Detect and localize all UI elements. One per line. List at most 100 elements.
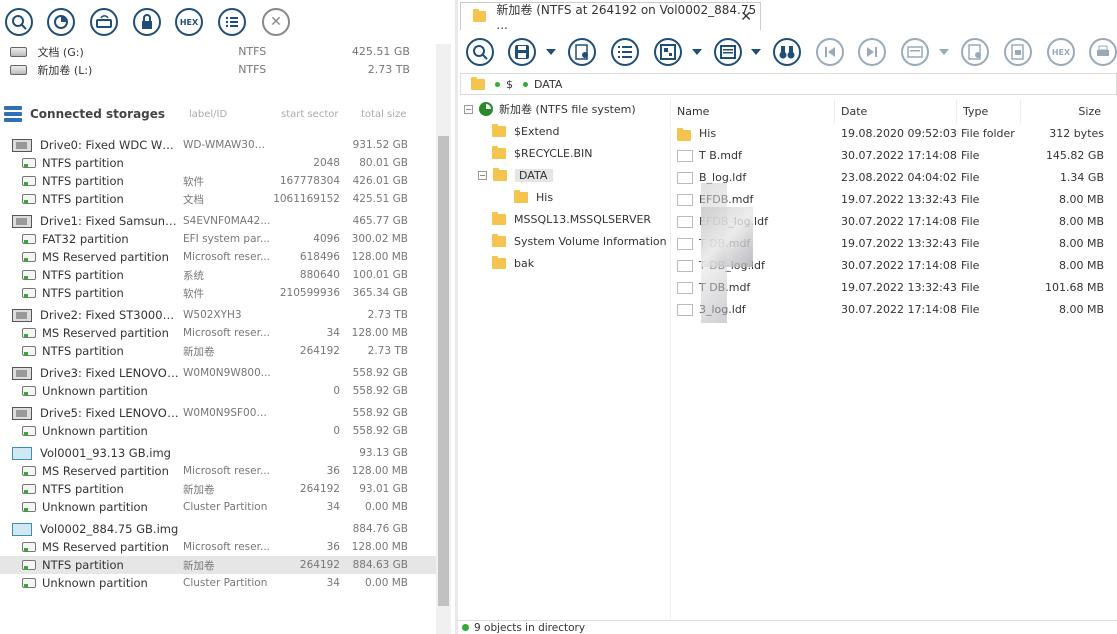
partition-row[interactable]: MS Reserved partition Microsoft reser... 3… (0, 324, 436, 342)
lock-icon[interactable] (133, 8, 161, 36)
save-icon[interactable] (508, 38, 536, 66)
search-drive-icon[interactable] (5, 8, 33, 36)
status-bar: 9 objects in directory (458, 620, 1117, 634)
save-file-icon[interactable] (568, 38, 596, 66)
partition-row[interactable]: NTFS partition 新加卷 264192 93.01 GB (0, 480, 436, 498)
scan-icon[interactable] (47, 8, 75, 36)
image-row[interactable]: Vol0001_93.13 GB.img 93.13 GB (0, 444, 436, 462)
hex-icon[interactable]: HEX (175, 8, 203, 36)
tree-item[interactable]: $RECYCLE.BIN (492, 143, 592, 163)
col-start-sector[interactable]: start sector (281, 109, 361, 120)
print-icon[interactable] (1089, 38, 1117, 66)
folder-icon (493, 167, 507, 181)
ntfs-volume-icon (479, 102, 493, 116)
storage-size: 558.92 GB (352, 425, 408, 437)
partition-row[interactable]: NTFS partition 2048 80.01 GB (0, 154, 436, 172)
file-row[interactable]: 3_log.ldf30.07.2022 17:14:08File8.00 MB (671, 299, 1117, 321)
partition-row[interactable]: NTFS partition 软件 167778304 426.01 GB (0, 172, 436, 190)
partition-row[interactable]: NTFS partition 新加卷 264192 884.63 GB (0, 556, 436, 574)
partition-row[interactable]: Unknown partition Cluster Partition 34 0.00… (0, 498, 436, 516)
collapse-icon[interactable]: − (478, 170, 487, 180)
disk-row[interactable]: Drive1: Fixed Samsung ... S4EVNF0MA42... 4… (0, 212, 436, 230)
storage-start-sector: 0 (333, 425, 340, 437)
col-date[interactable]: Date (835, 99, 957, 123)
file-row[interactable]: T B.mdf 30.07.2022 17:14:08 File 145.82 GB (671, 145, 1117, 167)
list-icon[interactable] (218, 8, 246, 36)
tree-item[interactable]: His (514, 187, 553, 207)
partition-row[interactable]: NTFS partition 新加卷 264192 2.73 TB (0, 342, 436, 360)
previous-icon[interactable] (816, 38, 844, 66)
tab-close-icon[interactable]: ✕ (740, 9, 752, 25)
search-icon[interactable] (466, 38, 494, 66)
partition-row[interactable]: FAT32 partition EFI system par... 4096 300.… (0, 230, 436, 248)
hex-view-icon[interactable]: HEX (1047, 38, 1075, 66)
collapse-icon[interactable]: − (464, 104, 473, 114)
partition-row[interactable]: MS Reserved partition Microsoft reser... 3… (0, 462, 436, 480)
tree-item[interactable]: MSSQL13.MSSQLSERVER (492, 209, 651, 229)
storage-start-sector: 34 (326, 577, 340, 589)
filter-icon[interactable] (901, 38, 929, 66)
storage-name: Drive2: Fixed ST3000D... (40, 308, 180, 322)
partition-row[interactable]: MS Reserved partition Microsoft reser... 3… (0, 538, 436, 556)
partition-row[interactable]: NTFS partition 文档 1061169152 425.51 GB (0, 190, 436, 208)
list-view-icon[interactable] (611, 38, 639, 66)
tree-item[interactable]: − 新加卷 (NTFS file system) (464, 99, 636, 119)
partition-icon (22, 328, 36, 338)
disk-row[interactable]: Drive2: Fixed ST3000D... W502XYH3 2.73 TB (0, 306, 436, 324)
partition-icon (22, 502, 36, 512)
tab-volume[interactable]: 新加卷 (NTFS at 264192 on Vol0002_884.75 ..… (460, 2, 761, 32)
col-total-size[interactable]: total size (361, 109, 406, 120)
storage-start-sector: 4096 (313, 233, 340, 245)
storage-label: W502XYH3 (183, 309, 242, 321)
details-dropdown-icon[interactable] (751, 49, 761, 55)
col-size[interactable]: Size (1021, 99, 1105, 123)
col-label-id[interactable]: label/ID (189, 109, 281, 120)
disk-row[interactable]: Drive3: Fixed LENOVO-... W0M0N9W800... 558… (0, 364, 436, 382)
logical-drive-g[interactable]: 文档 (G:) NTFS 425.51 GB (10, 43, 410, 60)
tree-item[interactable]: $Extend (492, 121, 560, 141)
file-row[interactable]: T DB.mdf19.07.2022 13:32:43File101.68 MB (671, 277, 1117, 299)
close-icon[interactable]: ✕ (262, 8, 290, 36)
tree-item[interactable]: bak (492, 253, 534, 273)
col-name[interactable]: Name (671, 99, 835, 123)
binoculars-icon[interactable] (773, 38, 801, 66)
partition-row[interactable]: Unknown partition 0 558.92 GB (0, 422, 436, 440)
refresh-drive-icon[interactable] (90, 8, 118, 36)
partition-row[interactable]: Unknown partition Cluster Partition 34 0.00… (0, 574, 436, 592)
image-row[interactable]: Vol0002_884.75 GB.img 884.76 GB (0, 520, 436, 538)
partition-row[interactable]: Unknown partition 0 558.92 GB (0, 382, 436, 400)
tree-item[interactable]: System Volume Information (492, 231, 667, 251)
file-row[interactable]: B_log.ldf 23.08.2022 04:04:02 File 1.34 GB (671, 167, 1117, 189)
tree-item-label: DATA (515, 168, 554, 182)
export-icon[interactable] (1004, 38, 1032, 66)
partition-row[interactable]: NTFS partition 软件 210599936 365.34 GB (0, 284, 436, 302)
view-dropdown-icon[interactable] (692, 49, 702, 55)
file-type: File (961, 237, 980, 250)
partition-row[interactable]: NTFS partition 系统 880640 100.01 GB (0, 266, 436, 284)
recover-file-icon[interactable] (961, 38, 989, 66)
drive-name: 文档 (G:) (37, 45, 84, 59)
file-date: 30.07.2022 17:14:08 (841, 259, 957, 272)
disk-row[interactable]: Drive5: Fixed LENOVO-... W0M0N9SF000... 55… (0, 404, 436, 422)
file-icon (677, 172, 693, 184)
next-icon[interactable] (858, 38, 886, 66)
storage-size: 300.02 MB (351, 233, 408, 245)
status-dot-icon (462, 624, 469, 631)
disk-row[interactable]: Drive0: Fixed WDC WD... WD-WMAW303... 931.… (0, 136, 436, 154)
file-row[interactable]: His 19.08.2020 09:52:03 File folder 312 byt… (671, 123, 1117, 145)
file-date: 30.07.2022 17:14:08 (841, 215, 957, 228)
storage-size: 2.73 TB (367, 309, 408, 321)
view-mode-icon[interactable] (654, 38, 682, 66)
right-panel: 新加卷 (NTFS at 264192 on Vol0002_884.75 ..… (458, 0, 1117, 634)
filter-dropdown-icon[interactable] (939, 49, 949, 55)
storage-scrollbar-thumb[interactable] (438, 136, 449, 606)
details-view-icon[interactable] (714, 38, 742, 66)
col-type[interactable]: Type (957, 99, 1021, 123)
breadcrumb-current[interactable]: DATA (534, 78, 562, 91)
logical-drive-l[interactable]: 新加卷 (L:) NTFS 2.73 TB (10, 61, 410, 78)
save-dropdown-icon[interactable] (546, 49, 556, 55)
partition-row[interactable]: MS Reserved partition Microsoft reser... 6… (0, 248, 436, 266)
breadcrumb-root[interactable]: $ (506, 78, 513, 91)
tree-item[interactable]: − DATA (478, 165, 554, 185)
partition-icon (22, 578, 36, 588)
